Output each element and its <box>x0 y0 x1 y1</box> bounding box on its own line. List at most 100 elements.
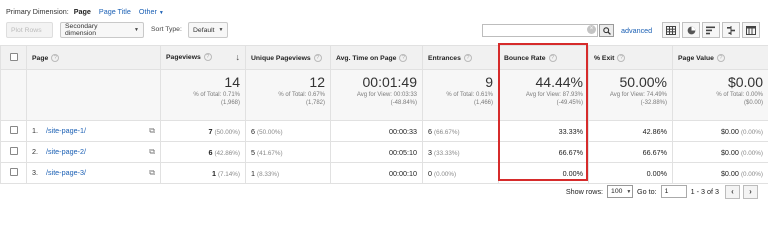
search-button[interactable] <box>599 24 614 37</box>
total-line1: Avg for View: 00:03:33 <box>356 92 417 98</box>
next-page-button[interactable]: › <box>743 184 758 199</box>
totals-row: 14 % of Total: 0.71% (1,968) 12 % of Total:… <box>0 69 768 121</box>
goto-input[interactable]: 1 <box>660 185 687 198</box>
total-entrances: 9 % of Total: 0.61% (1,466) <box>422 69 499 121</box>
search-clear-wrap: × <box>482 24 598 37</box>
cell-percent: (0.00%) <box>740 149 763 157</box>
cell-value: 6 <box>251 126 255 136</box>
select-all-cell <box>0 45 27 70</box>
comparison-view-button[interactable] <box>722 22 740 38</box>
row-checkbox[interactable] <box>9 147 18 155</box>
total-line2: (-32.88%) <box>640 99 667 106</box>
cell-value: 3 <box>428 147 432 157</box>
cell-percent: (42.86%) <box>214 149 240 157</box>
chevron-down-icon: ▼ <box>218 27 224 33</box>
column-header-page[interactable]: Page? <box>26 45 161 70</box>
help-icon[interactable]: ? <box>716 53 725 62</box>
totals-blank <box>0 69 27 121</box>
dimension-other-dropdown[interactable]: Other ▼ <box>139 7 164 16</box>
advanced-filter-link[interactable]: advanced <box>621 26 652 35</box>
row-checkbox-cell <box>0 120 27 142</box>
pageviews-cell: 6 (42.86%) <box>160 141 246 163</box>
exit-cell: 0.00% <box>588 162 673 184</box>
total-bounce-rate: 44.44% Avg for View: 87.93% (-49.45%) <box>498 69 589 121</box>
row-checkbox[interactable] <box>9 126 18 134</box>
column-header-entrances[interactable]: Entrances? <box>422 45 499 70</box>
cell-percent: (8.33%) <box>257 170 280 178</box>
column-header-bounce-rate[interactable]: Bounce Rate? <box>498 45 589 70</box>
total-line2: ($0.00) <box>743 99 763 106</box>
help-icon[interactable]: ? <box>399 53 408 62</box>
column-header-unique-pageviews[interactable]: Unique Pageviews? <box>245 45 331 70</box>
column-header-pageviews[interactable]: Pageviews? ↓ <box>160 45 246 70</box>
avg-time-cell: 00:00:10 <box>330 162 423 184</box>
totals-blank <box>26 69 161 121</box>
table-row: 2. /site-page-2/ ⧉ 6 (42.86%) 5 (41.67%) 00:… <box>0 141 768 163</box>
row-index: 1. <box>32 126 38 135</box>
show-rows-label: Show rows: <box>565 187 604 196</box>
dimension-page-title-link[interactable]: Page Title <box>99 7 131 16</box>
performance-view-button[interactable] <box>702 22 720 38</box>
search-icon <box>602 26 611 35</box>
page-cell: 2. /site-page-2/ ⧉ <box>26 141 161 163</box>
cell-percent: (0.00%) <box>434 170 457 178</box>
column-header-avg-time-on-page[interactable]: Avg. Time on Page? <box>330 45 423 70</box>
avg-time-cell: 00:00:33 <box>330 120 423 142</box>
total-line1: % of Total: 0.61% <box>446 92 493 98</box>
data-table-view-button[interactable] <box>662 22 680 38</box>
help-icon[interactable]: ? <box>203 53 212 61</box>
pivot-view-button[interactable] <box>742 22 760 38</box>
open-page-icon[interactable]: ⧉ <box>149 168 155 178</box>
total-value: 14 <box>224 74 240 90</box>
page-value-cell: $0.00 (0.00%) <box>672 120 768 142</box>
prev-page-button[interactable]: ‹ <box>725 184 740 199</box>
cell-value: 1 <box>211 168 216 178</box>
row-index: 2. <box>32 147 38 156</box>
total-line1: Avg for View: 87.93% <box>525 92 583 98</box>
chevron-down-icon: ▼ <box>626 188 632 195</box>
column-header-page-value[interactable]: Page Value? <box>672 45 768 70</box>
help-icon[interactable]: ? <box>463 53 472 62</box>
column-header-exit[interactable]: % Exit? <box>588 45 673 70</box>
help-icon[interactable]: ? <box>313 53 322 62</box>
chevron-down-icon: ▼ <box>134 27 139 33</box>
page-link[interactable]: /site-page-2/ <box>46 147 86 156</box>
percentage-view-button[interactable] <box>682 22 700 38</box>
sort-type-dropdown[interactable]: Default ▼ <box>188 22 228 38</box>
page-link[interactable]: /site-page-1/ <box>46 126 86 135</box>
show-rows-value: 100 <box>611 188 623 195</box>
total-line1: % of Total: 0.00% <box>716 92 763 98</box>
secondary-dimension-dropdown[interactable]: Secondary dimension ▼ <box>60 22 144 38</box>
help-icon[interactable]: ? <box>51 53 60 62</box>
clear-icon[interactable]: × <box>587 25 596 34</box>
show-rows-select[interactable]: 100 ▼ <box>607 185 634 198</box>
help-icon[interactable]: ? <box>617 53 626 62</box>
cell-percent: (41.67%) <box>257 149 283 157</box>
dimension-page[interactable]: Page <box>74 7 91 16</box>
chevron-right-icon: › <box>749 187 752 196</box>
total-value: 50.00% <box>619 74 667 90</box>
cell-percent: (0.00%) <box>740 170 763 178</box>
sort-type-label: Sort Type: <box>151 26 182 33</box>
total-line1: Avg for View: 74.49% <box>609 92 667 98</box>
page-link[interactable]: /site-page-3/ <box>46 168 86 177</box>
plot-rows-button[interactable]: Plot Rows <box>6 22 53 38</box>
help-icon[interactable]: ? <box>548 53 557 62</box>
pivot-table-icon <box>746 25 756 35</box>
goto-label: Go to: <box>637 187 657 196</box>
page-range: 1 - 3 of 3 <box>690 187 719 196</box>
column-label: Bounce Rate <box>504 54 546 62</box>
total-line2: (-48.84%) <box>390 99 417 106</box>
total-page-value: $0.00 % of Total: 0.00% ($0.00) <box>672 69 768 121</box>
row-checkbox[interactable] <box>9 168 18 176</box>
unique-pageviews-cell: 5 (41.67%) <box>245 141 331 163</box>
cell-value: $0.00 <box>720 126 739 136</box>
row-checkbox-cell <box>0 141 27 163</box>
open-page-icon[interactable]: ⧉ <box>149 147 155 157</box>
chevron-left-icon: ‹ <box>731 187 734 196</box>
cell-value: 1 <box>251 168 255 178</box>
exit-cell: 42.86% <box>588 120 673 142</box>
select-all-checkbox[interactable] <box>9 52 18 61</box>
total-value: 00:01:49 <box>362 74 418 90</box>
open-page-icon[interactable]: ⧉ <box>149 126 155 136</box>
